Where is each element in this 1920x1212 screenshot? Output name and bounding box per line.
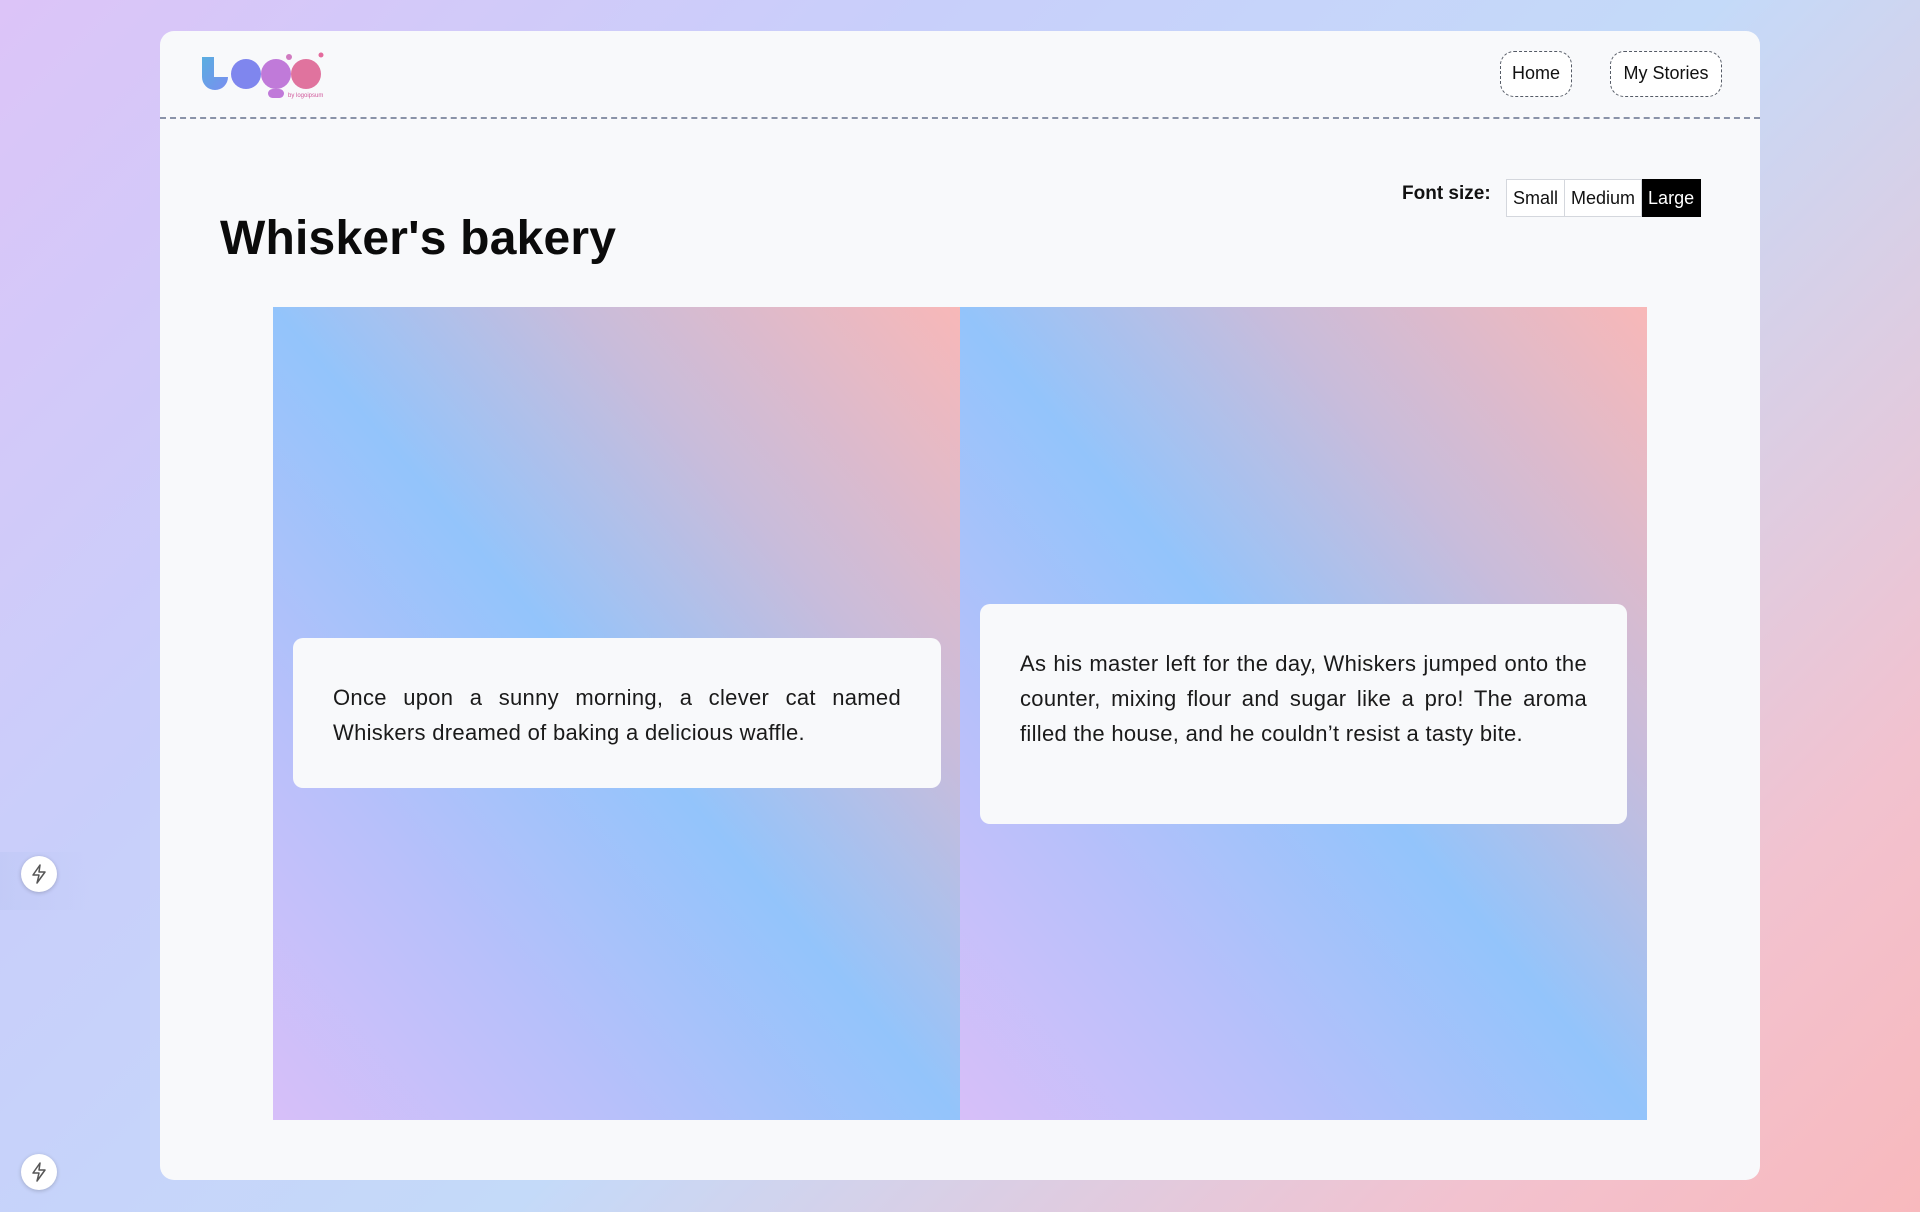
font-size-small[interactable]: Small: [1506, 179, 1566, 217]
story-text-2: As his master left for the day, Whiskers…: [980, 604, 1627, 824]
logo-icon: by logoipsum: [202, 52, 324, 99]
story-text-1: Once upon a sunny morning, a clever cat …: [293, 638, 941, 788]
story-title: Whisker's bakery: [220, 212, 617, 265]
story-page-1: Once upon a sunny morning, a clever cat …: [273, 307, 960, 1120]
logo-tagline: by logoipsum: [288, 93, 323, 99]
lightning-icon[interactable]: [21, 856, 57, 892]
font-size-medium[interactable]: Medium: [1565, 179, 1643, 217]
nav-my-stories-button[interactable]: My Stories: [1610, 51, 1722, 97]
font-size-selector: Small Medium Large: [1506, 179, 1702, 217]
logo[interactable]: by logoipsum: [200, 51, 328, 101]
header: by logoipsum Home My Stories: [160, 31, 1760, 119]
lightning-icon[interactable]: [21, 1154, 57, 1190]
nav-home-button[interactable]: Home: [1500, 51, 1572, 97]
font-size-label: Font size:: [1402, 183, 1491, 204]
font-size-large[interactable]: Large: [1642, 179, 1702, 217]
story-page-2: As his master left for the day, Whiskers…: [960, 307, 1647, 1120]
